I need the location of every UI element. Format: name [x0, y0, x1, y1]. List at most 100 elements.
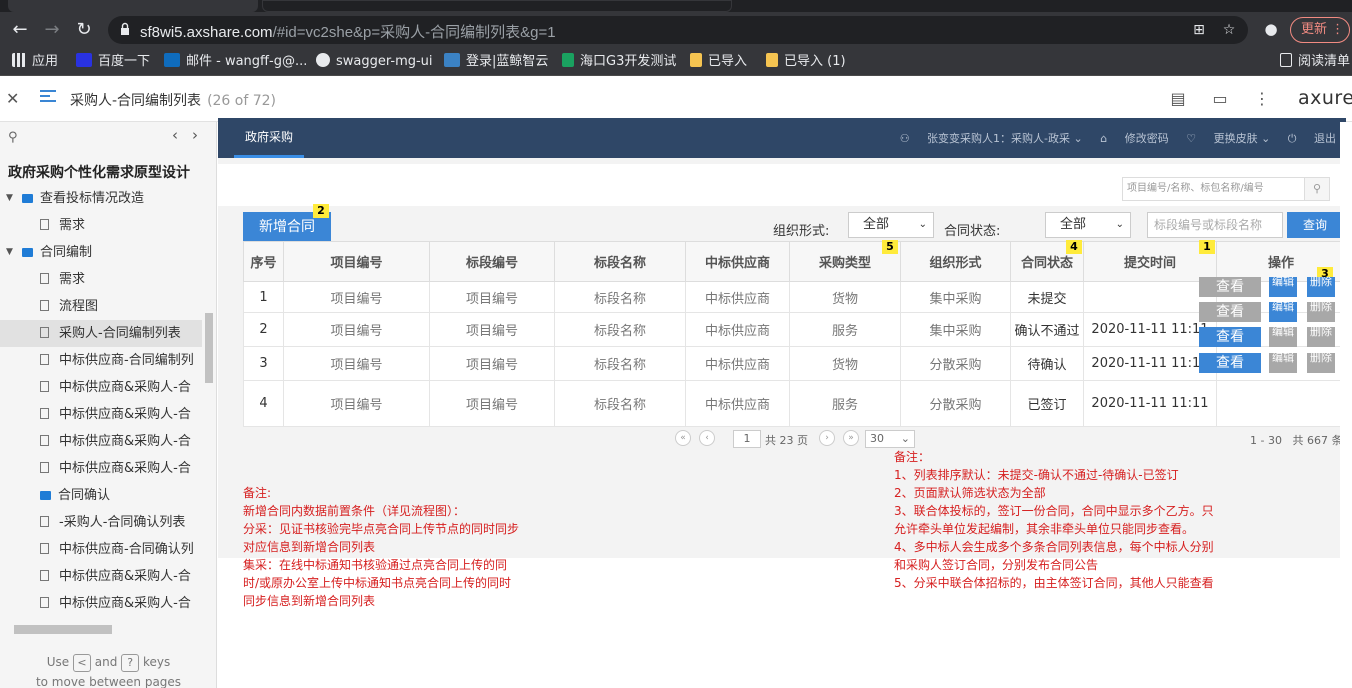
page-size-select[interactable]: 30 ⌄ — [865, 430, 915, 448]
view-button[interactable]: 查看 — [1199, 277, 1261, 297]
tree-page[interactable]: 中标供应商&采购人-合 — [0, 374, 202, 401]
bookmark-folder-1[interactable]: 已导入 — [690, 53, 747, 71]
tree-page[interactable]: 中标供应商&采购人-合 — [0, 401, 202, 428]
next-page-icon[interactable]: › — [192, 126, 212, 144]
page-icon — [40, 597, 49, 608]
tree-page[interactable]: 需求 — [0, 212, 202, 239]
total-pages-text: 共 23 页 — [765, 434, 808, 447]
bookmark-mail[interactable]: 邮件 - wangff-g@... — [164, 53, 307, 71]
page-icon — [40, 381, 49, 392]
project-search-input[interactable]: 项目编号/名称、标包名称/编号 — [1122, 177, 1306, 201]
view-button[interactable]: 查看 — [1199, 353, 1261, 373]
delete-button[interactable]: 删除 — [1307, 302, 1335, 322]
logout-link[interactable]: ⏻ 退出 — [1288, 132, 1336, 145]
tree-page[interactable]: 中标供应商-合同编制列 — [0, 347, 202, 374]
edit-button[interactable]: 编辑 — [1269, 302, 1297, 322]
tree-page[interactable]: 中标供应商&采购人-合 — [0, 563, 202, 590]
star-icon[interactable]: ☆ — [1220, 21, 1238, 39]
cell-section-name: 标段名称 — [554, 346, 686, 381]
forward-icon[interactable]: → — [40, 18, 64, 42]
tree-page[interactable]: 中标供应商-合同确认列 — [0, 536, 202, 563]
bookmark-apps[interactable]: 应用 — [12, 53, 58, 71]
profile-icon[interactable]: ● — [1260, 18, 1282, 40]
change-skin-link[interactable]: ♡ 更换皮肤 ⌄ — [1186, 132, 1270, 145]
bookmark-haikou[interactable]: 海口G3开发测试 — [562, 53, 676, 71]
user-name-link[interactable]: ⚇ 张变变采购人1：采购人-政采 ⌄ — [900, 132, 1083, 145]
page-number-input[interactable]: 1 — [733, 430, 761, 448]
last-page-icon[interactable]: » — [843, 430, 859, 446]
change-password-link[interactable]: ⌂ 修改密码 — [1100, 132, 1168, 145]
bookmark-folder-2[interactable]: 已导入 (1) — [766, 53, 846, 71]
url-field[interactable]: sf8wi5.axshare.com/#id=vc2she&p=采购人-合同编制… — [108, 16, 1248, 44]
caret-down-icon[interactable]: ▼ — [6, 239, 13, 266]
notes-icon[interactable]: ▤ — [1168, 89, 1188, 109]
search-icon[interactable]: ⚲ — [8, 130, 18, 145]
axure-toolbar: ✕ 采购人-合同编制列表 (26 of 72) ▤ ▭ ⋮ axure — [0, 76, 1352, 122]
table-header-row: 序号 项目编号 标段编号 标段名称 中标供应商 采购类型 组织形式 合同状态 提… — [243, 241, 1346, 282]
apps-icon — [12, 53, 26, 67]
chevron-down-icon: ⌄ — [918, 219, 927, 230]
org-form-select[interactable]: 全部 ⌄ — [848, 212, 934, 238]
translate-icon[interactable]: ⊞ — [1190, 21, 1208, 39]
cell-section-no: 项目编号 — [429, 281, 555, 313]
bookmark-baidu[interactable]: 百度一下 — [76, 53, 150, 71]
delete-button[interactable]: 删除 — [1307, 327, 1335, 347]
scroll-thumb[interactable] — [14, 625, 112, 634]
note-line: 1、列表排序默认：未提交-确认不通过-待确认-已签订 — [894, 468, 1179, 482]
view-button[interactable]: 查看 — [1199, 302, 1261, 322]
tree-page[interactable]: 中标供应商&采购人-合 — [0, 455, 202, 482]
menu-icon[interactable] — [40, 90, 56, 104]
comments-icon[interactable]: ▭ — [1210, 89, 1230, 109]
caret-down-icon[interactable]: ▼ — [6, 185, 13, 212]
column-header: 标段编号 — [429, 241, 555, 282]
axure-logo: axure — [1298, 87, 1352, 109]
view-button[interactable]: 查看 — [1199, 327, 1261, 347]
delete-button[interactable]: 删除 — [1307, 353, 1335, 373]
more-icon[interactable]: ⋮ — [1252, 89, 1272, 109]
tree-page-selected[interactable]: 采购人-合同编制列表 — [0, 320, 202, 347]
search-icon[interactable]: ⚲ — [1304, 177, 1330, 201]
cell-org: 集中采购 — [900, 312, 1011, 347]
sidebar-vscrollbar[interactable] — [202, 185, 216, 615]
edit-button[interactable]: 编辑 — [1269, 327, 1297, 347]
bookmark-swagger[interactable]: swagger-mg-ui — [316, 53, 433, 71]
folder-icon — [22, 248, 33, 257]
tree-page[interactable]: 需求 — [0, 266, 202, 293]
browser-tab-active[interactable] — [262, 0, 732, 12]
annotation-badge: 4 — [1066, 240, 1082, 254]
browser-tab[interactable] — [8, 0, 258, 12]
tree-folder[interactable]: ▼ 合同编制 — [0, 239, 202, 266]
reload-icon[interactable]: ↻ — [72, 18, 96, 42]
section-keyword-input[interactable]: 标段编号或标段名称 — [1147, 212, 1283, 238]
scroll-thumb[interactable] — [205, 313, 213, 383]
close-icon[interactable]: ✕ — [6, 89, 19, 108]
sidebar-hscrollbar[interactable] — [0, 622, 200, 636]
tree-page[interactable]: -采购人-合同确认列表 — [0, 509, 202, 536]
bookmark-bluewhale[interactable]: 登录|蓝鲸智云 — [444, 53, 548, 71]
tree-page[interactable]: 中标供应商&采购人-合 — [0, 428, 202, 455]
back-icon[interactable]: ← — [8, 18, 32, 42]
note-line: 3、联合体投标的，签订一份合同，合同中显示多个乙方。只 — [894, 504, 1214, 518]
tree-folder[interactable]: ▼ 查看投标情况改造 — [0, 185, 202, 212]
tree-page[interactable]: 流程图 — [0, 293, 202, 320]
update-button[interactable]: 更新 ⋮ — [1290, 17, 1350, 43]
chevron-down-icon: ⌄ — [900, 432, 910, 445]
edit-button[interactable]: 编辑 — [1269, 353, 1297, 373]
page-nav-arrows[interactable]: ‹› — [172, 126, 212, 144]
delete-button[interactable]: 删除 — [1307, 277, 1335, 297]
next-page-icon[interactable]: › — [819, 430, 835, 446]
page-vscrollbar[interactable] — [1340, 122, 1352, 688]
tree-folder[interactable]: 合同确认 — [0, 482, 202, 509]
prev-page-icon[interactable]: ‹ — [699, 430, 715, 446]
cell-time: 2020-11-11 11:11 — [1083, 312, 1217, 347]
edit-button[interactable]: 编辑 — [1269, 277, 1297, 297]
globe-icon — [316, 53, 330, 67]
reading-list[interactable]: 阅读清单 — [1280, 53, 1350, 71]
tree-page[interactable]: 中标供应商&采购人-合 — [0, 590, 202, 617]
right-key-icon: ? — [121, 653, 140, 672]
contract-status-select[interactable]: 全部 ⌄ — [1045, 212, 1131, 238]
first-page-icon[interactable]: « — [675, 430, 691, 446]
prev-page-icon[interactable]: ‹ — [172, 126, 192, 144]
tab-gov-procurement[interactable]: 政府采购 — [234, 118, 304, 158]
query-button[interactable]: 查询 — [1287, 212, 1343, 238]
